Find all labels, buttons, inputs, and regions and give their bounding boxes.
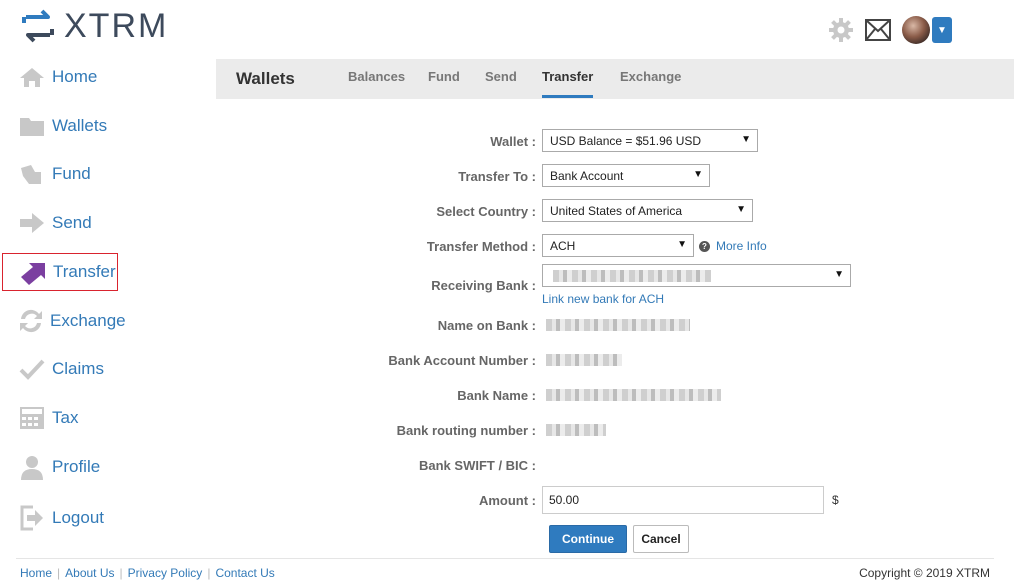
amount-label: Amount : <box>478 493 536 508</box>
sidebar-item-fund[interactable]: Fund <box>2 155 118 193</box>
redacted-bank-value <box>553 270 711 282</box>
wallet-select[interactable]: USD Balance = $51.96 USD ▼ <box>542 129 758 152</box>
wallet-select-value: USD Balance = $51.96 USD <box>550 133 702 148</box>
sidebar-item-label: Exchange <box>50 311 126 330</box>
wallet-label: Wallet : <box>490 134 536 149</box>
chevron-down-icon: ▼ <box>693 169 703 180</box>
page-title: Wallets <box>236 69 295 88</box>
cancel-button[interactable]: Cancel <box>633 525 689 553</box>
exchange-icon <box>18 307 44 335</box>
tab-send[interactable]: Send <box>485 69 517 84</box>
transfer-arrow-icon <box>19 258 47 286</box>
caret-down-icon[interactable]: ▼ <box>932 17 952 43</box>
sidebar-item-profile[interactable]: Profile <box>2 448 118 486</box>
sidebar-item-send[interactable]: Send <box>2 204 118 242</box>
tab-transfer[interactable]: Transfer <box>542 69 593 84</box>
gear-icon[interactable] <box>828 17 854 43</box>
footer-links: Home | About Us | Privacy Policy | Conta… <box>20 566 275 580</box>
name-on-bank-label: Name on Bank : <box>437 318 536 333</box>
footer-link-about[interactable]: About Us <box>65 566 114 580</box>
sidebar-item-tax[interactable]: Tax <box>2 399 118 437</box>
country-label: Select Country : <box>436 204 536 219</box>
chevron-down-icon: ▼ <box>741 134 751 145</box>
chevron-down-icon: ▼ <box>834 269 844 280</box>
swift-label: Bank SWIFT / BIC : <box>419 458 536 473</box>
folder-icon <box>18 112 46 140</box>
tab-exchange[interactable]: Exchange <box>620 69 681 84</box>
sidebar-item-label: Wallets <box>52 116 108 135</box>
arrow-right-icon <box>18 209 46 237</box>
help-icon: ? <box>699 240 710 252</box>
amount-input[interactable]: 50.00 <box>542 486 824 514</box>
footer-separator: | <box>207 566 211 580</box>
country-value: United States of America <box>550 203 683 218</box>
link-new-bank[interactable]: Link new bank for ACH <box>542 292 664 306</box>
account-number-label: Bank Account Number : <box>388 353 536 368</box>
xtrm-logo[interactable]: XTRM <box>20 6 169 45</box>
header-actions: ▼ <box>828 16 952 44</box>
chevron-down-icon: ▼ <box>677 239 687 250</box>
sidebar-item-label: Home <box>52 67 98 86</box>
footer: Home | About Us | Privacy Policy | Conta… <box>16 558 994 580</box>
receiving-bank-select[interactable]: ▼ <box>542 264 851 287</box>
footer-link-contact[interactable]: Contact Us <box>215 566 274 580</box>
routing-number-label: Bank routing number : <box>396 423 536 438</box>
copyright: Copyright © 2019 XTRM <box>859 566 990 580</box>
chevron-down-icon: ▼ <box>736 204 746 215</box>
transfer-to-select[interactable]: Bank Account ▼ <box>542 164 710 187</box>
transfer-to-label: Transfer To : <box>458 169 536 184</box>
transfer-method-label: Transfer Method : <box>426 239 536 254</box>
more-info-link[interactable]: More Info <box>716 239 767 253</box>
amount-value: 50.00 <box>549 493 580 507</box>
transfer-method-value: ACH <box>550 238 576 253</box>
tab-fund[interactable]: Fund <box>428 69 460 84</box>
sidebar-item-label: Logout <box>52 508 104 527</box>
tab-balances[interactable]: Balances <box>348 69 405 84</box>
sidebar-item-label: Send <box>52 213 92 232</box>
footer-link-privacy[interactable]: Privacy Policy <box>128 566 203 580</box>
mail-icon[interactable] <box>864 18 892 42</box>
sidebar-item-transfer[interactable]: Transfer <box>2 253 118 291</box>
xtrm-logo-icon <box>22 9 54 43</box>
receiving-bank-label: Receiving Bank : <box>431 278 536 293</box>
redacted-routing-number <box>546 424 606 436</box>
bank-name-label: Bank Name : <box>457 388 536 403</box>
person-icon <box>18 453 46 481</box>
sidebar-item-claims[interactable]: Claims <box>2 350 118 388</box>
currency-symbol: $ <box>832 493 839 507</box>
sidebar-item-logout[interactable]: Logout <box>2 499 118 537</box>
logout-icon <box>18 504 46 532</box>
country-select[interactable]: United States of America ▼ <box>542 199 753 222</box>
sidebar-item-wallets[interactable]: Wallets <box>2 107 118 145</box>
sidebar-item-label: Profile <box>52 457 101 476</box>
footer-separator: | <box>57 566 61 580</box>
sidebar-item-exchange[interactable]: Exchange <box>2 302 126 340</box>
fund-icon <box>18 160 46 188</box>
active-tab-indicator <box>542 95 593 98</box>
redacted-account-number <box>546 354 622 366</box>
continue-button[interactable]: Continue <box>549 525 627 553</box>
sidebar-item-label: Fund <box>52 164 91 183</box>
transfer-method-select[interactable]: ACH ▼ <box>542 234 694 257</box>
user-avatar[interactable] <box>902 16 930 44</box>
sidebar-item-home[interactable]: Home <box>2 58 118 96</box>
user-menu[interactable]: ▼ <box>902 16 952 44</box>
wallets-tabbar: Wallets Balances Fund Send Transfer Exch… <box>216 59 1014 99</box>
redacted-name-on-bank <box>546 319 690 331</box>
home-icon <box>18 63 46 91</box>
footer-link-home[interactable]: Home <box>20 566 52 580</box>
transfer-to-value: Bank Account <box>550 168 624 183</box>
brand-name: XTRM <box>64 6 169 45</box>
sidebar-item-label: Claims <box>52 359 104 378</box>
sidebar-item-label: Tax <box>52 408 79 427</box>
more-info[interactable]: ? More Info <box>699 239 767 253</box>
footer-separator: | <box>119 566 123 580</box>
sidebar-item-label: Transfer <box>53 262 116 281</box>
redacted-bank-name <box>546 389 721 401</box>
calculator-icon <box>18 404 46 432</box>
checkmark-icon <box>18 355 46 383</box>
